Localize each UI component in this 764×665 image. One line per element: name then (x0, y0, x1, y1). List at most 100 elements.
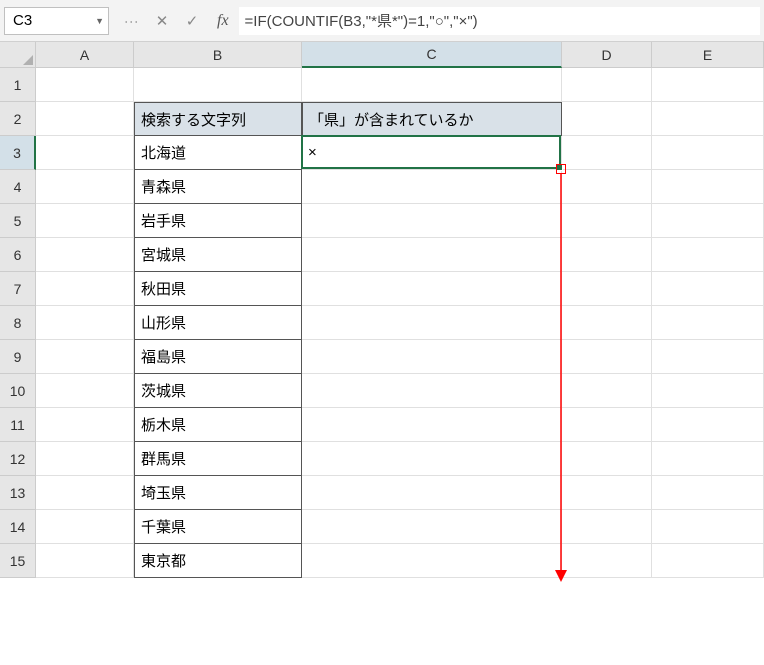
cell-D10[interactable] (562, 374, 652, 408)
cell-C11[interactable] (302, 408, 562, 442)
cell-B8[interactable]: 山形県 (134, 306, 302, 340)
cell-C12[interactable] (302, 442, 562, 476)
cell-C8[interactable] (302, 306, 562, 340)
row-header-9[interactable]: 9 (0, 340, 36, 374)
cell-E11[interactable] (652, 408, 764, 442)
cell-B3[interactable]: 北海道 (134, 136, 302, 170)
cell-D12[interactable] (562, 442, 652, 476)
cell-E8[interactable] (652, 306, 764, 340)
cell-C15[interactable] (302, 544, 562, 578)
select-all-corner[interactable] (0, 42, 36, 68)
cell-C7[interactable] (302, 272, 562, 306)
cell-A9[interactable] (36, 340, 134, 374)
cell-D7[interactable] (562, 272, 652, 306)
cell-E6[interactable] (652, 238, 764, 272)
cell-B4[interactable]: 青森県 (134, 170, 302, 204)
col-header-B[interactable]: B (134, 42, 302, 68)
cell-B5[interactable]: 岩手県 (134, 204, 302, 238)
cell-B10[interactable]: 茨城県 (134, 374, 302, 408)
cell-B6[interactable]: 宮城県 (134, 238, 302, 272)
cell-D8[interactable] (562, 306, 652, 340)
cell-B2[interactable]: 検索する文字列 (134, 102, 302, 136)
col-header-D[interactable]: D (562, 42, 652, 68)
cell-C2[interactable]: 「県」が含まれているか (302, 102, 562, 136)
cell-D2[interactable] (562, 102, 652, 136)
cell-C4[interactable] (302, 170, 562, 204)
cell-C3[interactable]: × (302, 136, 562, 170)
cell-A11[interactable] (36, 408, 134, 442)
cell-C9[interactable] (302, 340, 562, 374)
row-header-1[interactable]: 1 (0, 68, 36, 102)
cell-C5[interactable] (302, 204, 562, 238)
cell-D11[interactable] (562, 408, 652, 442)
cell-D6[interactable] (562, 238, 652, 272)
cancel-icon[interactable]: ✕ (147, 7, 177, 35)
row-header-6[interactable]: 6 (0, 238, 36, 272)
cell-D4[interactable] (562, 170, 652, 204)
row-header-5[interactable]: 5 (0, 204, 36, 238)
cell-C10[interactable] (302, 374, 562, 408)
col-header-C[interactable]: C (302, 42, 562, 68)
cell-E7[interactable] (652, 272, 764, 306)
cell-A6[interactable] (36, 238, 134, 272)
name-box[interactable] (13, 12, 83, 29)
row-header-12[interactable]: 12 (0, 442, 36, 476)
row-header-2[interactable]: 2 (0, 102, 36, 136)
cell-B7[interactable]: 秋田県 (134, 272, 302, 306)
cell-A15[interactable] (36, 544, 134, 578)
cell-E15[interactable] (652, 544, 764, 578)
cell-B11[interactable]: 栃木県 (134, 408, 302, 442)
col-header-E[interactable]: E (652, 42, 764, 68)
cell-D14[interactable] (562, 510, 652, 544)
cell-D9[interactable] (562, 340, 652, 374)
cell-E2[interactable] (652, 102, 764, 136)
cell-A5[interactable] (36, 204, 134, 238)
cell-A8[interactable] (36, 306, 134, 340)
cell-A12[interactable] (36, 442, 134, 476)
cell-E13[interactable] (652, 476, 764, 510)
cell-B12[interactable]: 群馬県 (134, 442, 302, 476)
cell-B13[interactable]: 埼玉県 (134, 476, 302, 510)
row-header-4[interactable]: 4 (0, 170, 36, 204)
cell-B15[interactable]: 東京都 (134, 544, 302, 578)
name-box-wrapper[interactable]: ▼ (4, 7, 109, 35)
row-header-14[interactable]: 14 (0, 510, 36, 544)
cell-E9[interactable] (652, 340, 764, 374)
cell-E12[interactable] (652, 442, 764, 476)
cell-D13[interactable] (562, 476, 652, 510)
cell-A10[interactable] (36, 374, 134, 408)
cell-E1[interactable] (652, 68, 764, 102)
row-header-8[interactable]: 8 (0, 306, 36, 340)
cell-D15[interactable] (562, 544, 652, 578)
row-header-7[interactable]: 7 (0, 272, 36, 306)
cell-grid[interactable]: ABCDE 12 検索する文字列「県」が含まれているか 3 北海道× 4 青森県 5 岩手県 6 宮… (0, 42, 764, 578)
cell-A7[interactable] (36, 272, 134, 306)
row-header-13[interactable]: 13 (0, 476, 36, 510)
row-header-3[interactable]: 3 (0, 136, 36, 170)
cell-E10[interactable] (652, 374, 764, 408)
cell-C6[interactable] (302, 238, 562, 272)
cell-B1[interactable] (134, 68, 302, 102)
col-header-A[interactable]: A (36, 42, 134, 68)
cell-D5[interactable] (562, 204, 652, 238)
row-header-15[interactable]: 15 (0, 544, 36, 578)
cell-C13[interactable] (302, 476, 562, 510)
cell-D3[interactable] (562, 136, 652, 170)
cell-C1[interactable] (302, 68, 562, 102)
cell-E5[interactable] (652, 204, 764, 238)
cell-E3[interactable] (652, 136, 764, 170)
row-header-11[interactable]: 11 (0, 408, 36, 442)
cell-A1[interactable] (36, 68, 134, 102)
cell-A4[interactable] (36, 170, 134, 204)
chevron-down-icon[interactable]: ▼ (95, 16, 104, 26)
cell-A13[interactable] (36, 476, 134, 510)
row-header-10[interactable]: 10 (0, 374, 36, 408)
cell-E4[interactable] (652, 170, 764, 204)
cell-B9[interactable]: 福島県 (134, 340, 302, 374)
confirm-icon[interactable]: ✓ (177, 7, 207, 35)
cell-A3[interactable] (36, 136, 134, 170)
fx-icon[interactable]: fx (217, 12, 229, 30)
cell-E14[interactable] (652, 510, 764, 544)
formula-bar[interactable] (239, 7, 760, 35)
cell-B14[interactable]: 千葉県 (134, 510, 302, 544)
